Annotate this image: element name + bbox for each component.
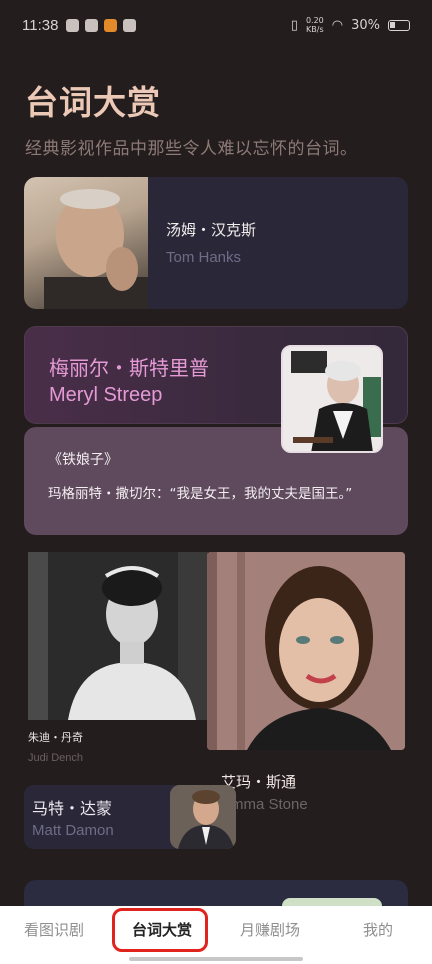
weibo-icon (104, 18, 118, 32)
matt-damon-photo (170, 785, 236, 849)
meryl-streep-photo (281, 345, 383, 453)
actor-card-tom-hanks[interactable]: 汤姆・汉克斯 Tom Hanks (24, 177, 408, 309)
wifi-icon: ◠ (331, 17, 344, 33)
cloud-icon (85, 18, 99, 32)
page-title: 台词大赏 (25, 83, 161, 122)
tab-guess-drama[interactable]: 看图识剧 (0, 908, 108, 952)
status-bar: 11:38 ▯ 0.20 KB/s ◠ 30% (0, 0, 432, 50)
vibrate-icon: ▯ (290, 17, 298, 33)
status-right: ▯ 0.20 KB/s ◠ 30% (291, 16, 410, 34)
page-subtitle: 经典影视作品中那些令人难以忘怀的台词。 (25, 139, 358, 159)
notification-icons (66, 18, 137, 32)
battery-text: 30% (351, 17, 380, 33)
status-time: 11:38 (22, 16, 59, 34)
app-icon (66, 18, 80, 32)
tab-mine[interactable]: 我的 (324, 908, 432, 952)
battery-icon (388, 19, 410, 31)
actor-name-zh: 梅丽尔・斯特里普 (49, 356, 209, 380)
judi-dench-photo[interactable] (28, 552, 208, 720)
actor-name-zh: 汤姆・汉克斯 (166, 221, 257, 239)
bottom-nav: 看图识剧 台词大赏 月赚剧场 我的 (0, 906, 432, 964)
actor-name-zh: 马特・达蒙 (32, 799, 113, 818)
home-indicator[interactable] (129, 957, 303, 961)
tab-earn-theater[interactable]: 月赚剧场 (216, 908, 324, 952)
actor-name-en: Judi Dench (28, 752, 84, 764)
tom-hanks-photo (24, 177, 148, 309)
actor-name-en: Tom Hanks (166, 249, 242, 266)
quote-text: 玛格丽特・撒切尔：“我是女王，我的丈夫是国王。” (48, 486, 353, 502)
actor-name-en: Matt Damon (32, 822, 114, 839)
actor-name-en: Meryl Streep (49, 384, 163, 406)
active-tab-highlight (112, 908, 208, 952)
actor-name-zh: 朱迪・丹奇 (28, 731, 83, 744)
notification-icon (123, 18, 137, 32)
network-speed: 0.20 KB/s (305, 16, 324, 34)
emma-stone-photo[interactable] (207, 552, 405, 750)
movie-title: 《铁娘子》 (48, 452, 118, 468)
